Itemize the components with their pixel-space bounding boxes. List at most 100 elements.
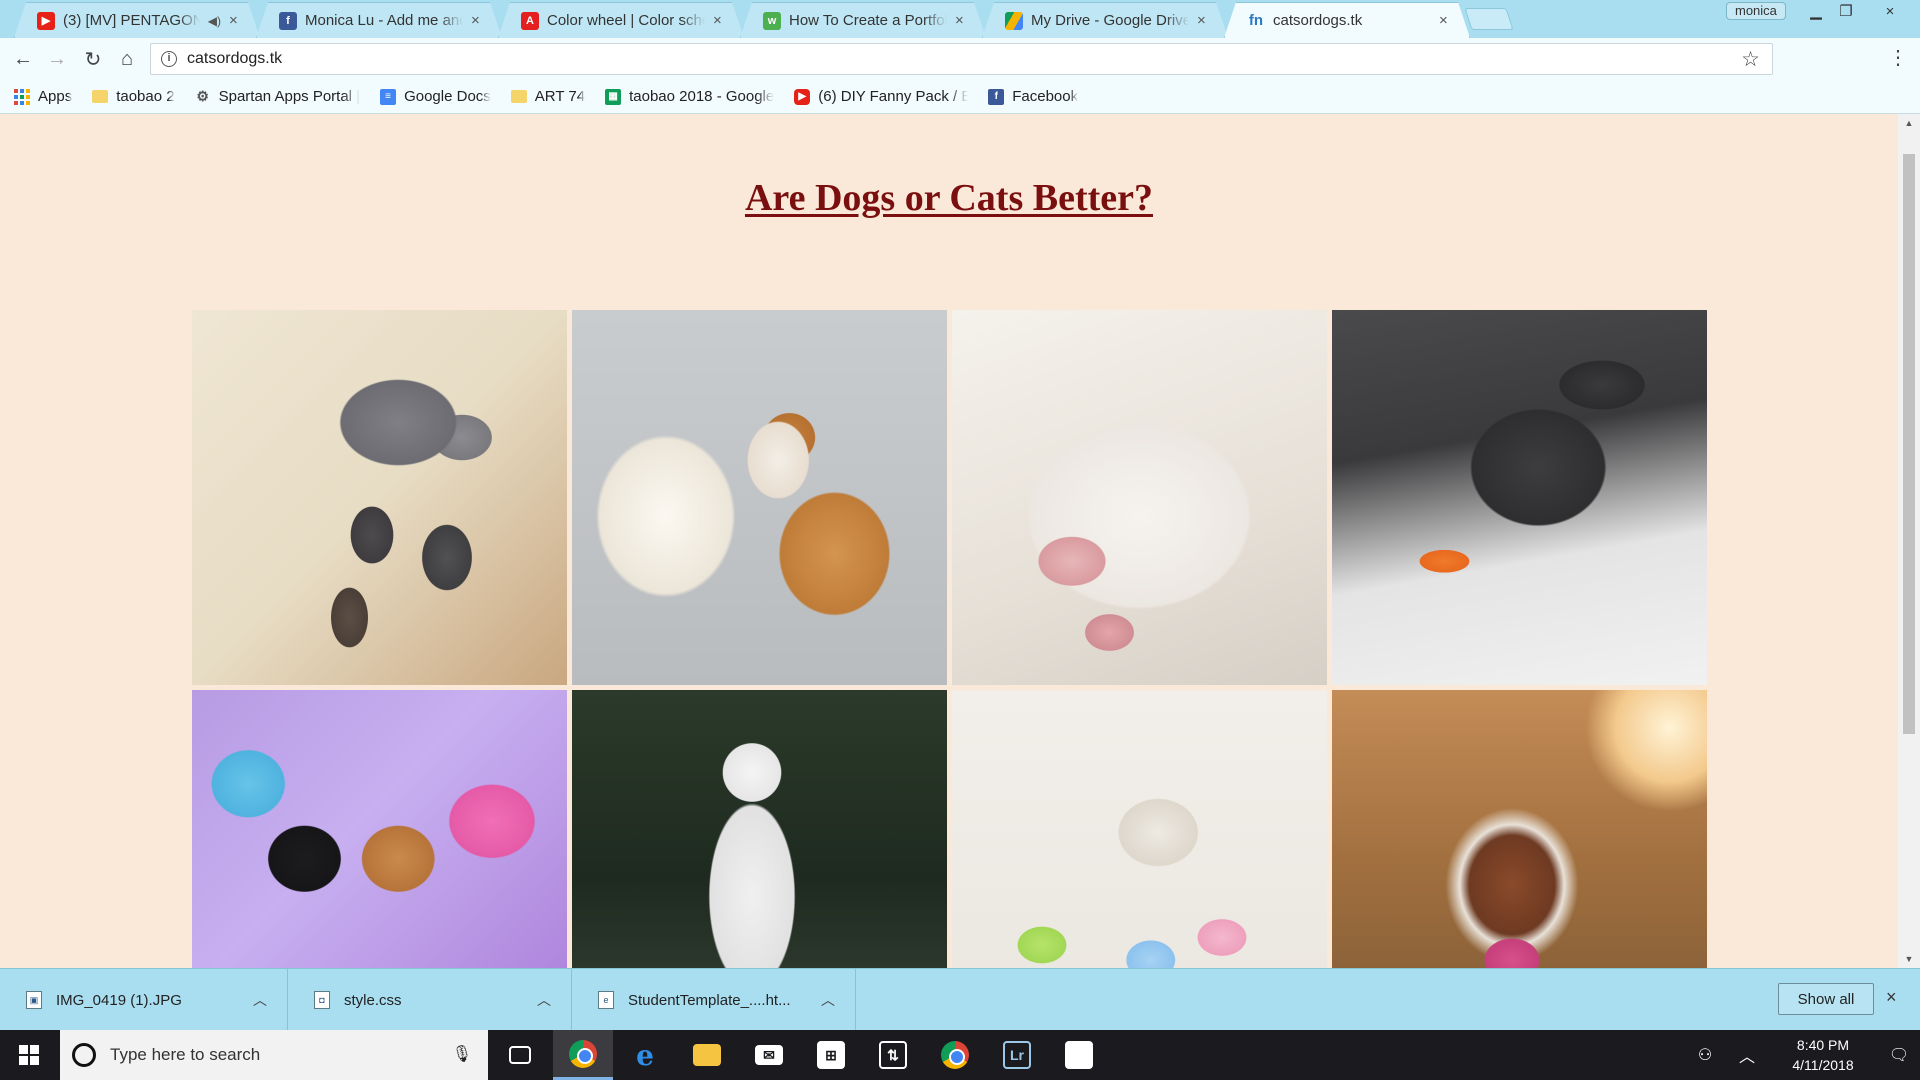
bookmark-taobao-2[interactable]: taobao 2 (92, 88, 175, 105)
bookmarks-bar: Apps taobao 2 ⚙ Spartan Apps Portal | ≡ … (0, 80, 1920, 114)
download-item[interactable]: ▣ IMG_0419 (1).JPG ︿ (0, 969, 288, 1031)
windows-logo-icon (19, 1045, 39, 1065)
taskbar-search[interactable]: Type here to search 🎙 (60, 1030, 488, 1080)
close-tab-icon[interactable]: × (713, 12, 727, 29)
back-icon[interactable]: ← (8, 44, 38, 74)
photo-cat-with-bunny-ears-and-eggs[interactable] (952, 690, 1327, 968)
url-text[interactable]: catsordogs.tk (187, 50, 282, 68)
chevron-up-icon[interactable]: ︿ (537, 990, 551, 1010)
tab-catsordogs[interactable]: fn catsordogs.tk × (1224, 2, 1470, 38)
close-tab-icon[interactable]: × (1197, 12, 1211, 29)
bookmark-label: taobao 2018 - Google (629, 88, 775, 105)
w3schools-icon: w (763, 12, 781, 30)
bookmark-star-icon[interactable]: ☆ (1741, 47, 1760, 72)
page-title: Are Dogs or Cats Better? (744, 177, 1154, 219)
download-filename: IMG_0419 (1).JPG (56, 991, 182, 1009)
taskbar-lightroom[interactable]: Lr (987, 1030, 1047, 1080)
photo-white-shepherd-and-puppy[interactable] (572, 690, 947, 968)
taskbar-file-explorer[interactable] (677, 1030, 737, 1080)
photo-cat-with-kittens[interactable] (192, 310, 567, 685)
tab-color-wheel[interactable]: A Color wheel | Color scher × (498, 2, 744, 38)
download-item[interactable]: ◘ style.css ︿ (288, 969, 572, 1031)
tab-w3schools[interactable]: w How To Create a Portfoli × (740, 2, 986, 38)
chevron-up-icon[interactable]: ︿ (253, 990, 267, 1010)
bookmark-art-74[interactable]: ART 74 (510, 88, 586, 105)
home-icon[interactable]: ⌂ (112, 44, 142, 74)
taskbar-sticky-notes[interactable] (1049, 1030, 1109, 1080)
image-file-icon: ▣ (26, 991, 42, 1009)
bookmark-label: Spartan Apps Portal | (218, 88, 361, 105)
people-icon[interactable]: ⚇ (1684, 1045, 1726, 1065)
remote-desktop-icon: ⇅ (879, 1041, 907, 1069)
vertical-scrollbar[interactable]: ▲ ▼ (1898, 114, 1920, 968)
reload-icon[interactable]: ↻ (78, 44, 108, 74)
restore-icon[interactable]: ❐ (1826, 0, 1866, 22)
bookmark-label: ART 74 (534, 88, 586, 105)
bookmark-google-docs[interactable]: ≡ Google Docs (380, 88, 491, 105)
photo-australian-shepherd-licking[interactable] (1332, 690, 1707, 968)
tab-facebook[interactable]: f Monica Lu - Add me and × (256, 2, 502, 38)
bookmark-spartan-apps[interactable]: ⚙ Spartan Apps Portal | (195, 88, 360, 105)
adobe-icon: A (521, 12, 539, 30)
page-content: Are Dogs or Cats Better? (0, 114, 1898, 968)
bookmark-diy-fanny-pack[interactable]: ▶ (6) DIY Fanny Pack / E (794, 88, 968, 105)
tab-youtube[interactable]: ▶ (3) [MV] PENTAGON( ◀) × (14, 2, 260, 38)
bookmark-apps[interactable]: Apps (14, 88, 72, 105)
close-tab-icon[interactable]: × (471, 12, 485, 29)
folder-icon (510, 90, 527, 103)
facebook-icon: f (279, 12, 297, 30)
freenom-icon: fn (1248, 12, 1264, 29)
bookmark-label: Facebook (1012, 88, 1079, 105)
chrome-icon (941, 1041, 969, 1069)
css-file-icon: ◘ (314, 991, 330, 1009)
close-tab-icon[interactable]: × (229, 12, 243, 29)
taskbar-edge[interactable]: e (615, 1030, 675, 1080)
close-tab-icon[interactable]: × (955, 12, 969, 29)
taskbar-mail[interactable]: ✉ (739, 1030, 799, 1080)
photo-corgi-on-fur-blanket[interactable] (572, 310, 947, 685)
close-shelf-icon[interactable]: × (1886, 987, 1897, 1008)
photo-french-bulldog-with-carrot-toy[interactable] (1332, 310, 1707, 685)
taskbar-remote-desktop[interactable]: ⇅ (863, 1030, 923, 1080)
forward-icon[interactable]: → (42, 44, 72, 74)
microphone-icon[interactable]: 🎙 (452, 1044, 472, 1064)
start-button[interactable] (0, 1030, 58, 1080)
tab-title: catsordogs.tk (1273, 12, 1363, 29)
taskbar-store[interactable]: ⊞ (801, 1030, 861, 1080)
site-info-icon[interactable]: i (161, 51, 177, 67)
download-item[interactable]: e StudentTemplate_....ht... ︿ (572, 969, 856, 1031)
clock[interactable]: 8:40 PM 4/11/2018 (1768, 1035, 1878, 1075)
html-file-icon: e (598, 991, 614, 1009)
windows-taskbar: Type here to search 🎙 e ✉ ⊞ ⇅ Lr ⚇ ︿ 8:4… (0, 1030, 1920, 1080)
photo-gallery (192, 310, 1707, 968)
photo-chimera-cat-with-peeps[interactable] (192, 690, 567, 968)
taskbar-chrome[interactable] (553, 1030, 613, 1080)
speaker-icon[interactable]: ◀) (208, 14, 221, 28)
bookmark-taobao-2018[interactable]: ▦ taobao 2018 - Google (605, 88, 774, 105)
file-explorer-icon (693, 1044, 721, 1066)
tab-google-drive[interactable]: My Drive - Google Drive × (982, 2, 1228, 38)
youtube-icon: ▶ (794, 88, 811, 105)
taskbar-chrome-2[interactable] (925, 1030, 985, 1080)
bookmark-facebook[interactable]: f Facebook (988, 88, 1078, 105)
window-close-icon[interactable]: × (1870, 0, 1910, 22)
scroll-up-icon[interactable]: ▲ (1898, 114, 1920, 132)
new-tab-button[interactable] (1464, 8, 1514, 30)
scrollbar-thumb[interactable] (1903, 154, 1915, 734)
task-view-icon[interactable] (490, 1030, 550, 1080)
download-filename: style.css (344, 991, 402, 1009)
show-all-button[interactable]: Show all (1778, 983, 1874, 1015)
menu-kebab-icon[interactable]: ⋮ (1888, 48, 1908, 68)
apps-grid-icon (14, 88, 30, 105)
download-shelf: ▣ IMG_0419 (1).JPG ︿ ◘ style.css ︿ e Stu… (0, 968, 1920, 1031)
chevron-up-icon[interactable]: ︿ (821, 990, 835, 1010)
chevron-up-icon[interactable]: ︿ (1726, 1043, 1768, 1067)
scroll-down-icon[interactable]: ▼ (1898, 950, 1920, 968)
close-tab-icon[interactable]: × (1439, 12, 1453, 29)
action-center-icon[interactable]: 🗨 (1878, 1045, 1920, 1065)
cortana-icon (72, 1043, 96, 1067)
photo-white-cat-closeup[interactable] (952, 310, 1327, 685)
profile-button[interactable]: monica (1726, 2, 1786, 20)
clock-time: 8:40 PM (1796, 1037, 1850, 1053)
address-bar[interactable]: i catsordogs.tk ☆ (150, 43, 1773, 75)
